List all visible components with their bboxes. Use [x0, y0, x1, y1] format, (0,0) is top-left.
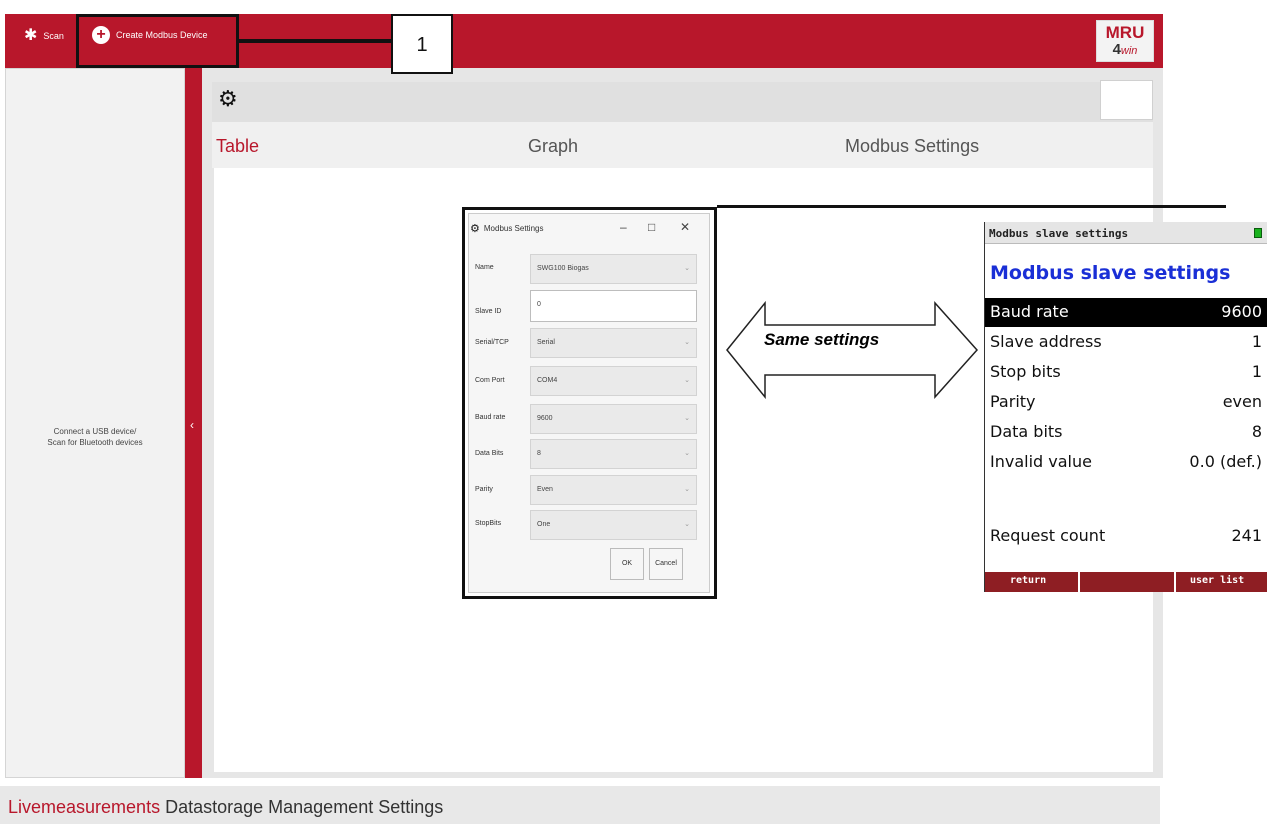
dialog-title-bar: ⚙ Modbus Settings [470, 222, 543, 235]
minimize-icon[interactable]: – [620, 220, 627, 234]
device-title: Modbus slave settings [990, 262, 1231, 284]
softkey-divider [1078, 572, 1080, 592]
content-toolbar [212, 82, 1153, 122]
mru4win-logo: MRU 4win [1096, 20, 1154, 62]
device-row-baud-rate: Baud rate 9600 [985, 298, 1267, 327]
baud-rate-label: Baud rate [475, 414, 506, 421]
device-row-parity: Parity even [990, 392, 1262, 411]
toolbar-field[interactable] [1100, 80, 1153, 120]
double-arrow-icon [726, 300, 979, 400]
view-tabs [212, 122, 1153, 168]
nav-settings[interactable]: Settings [378, 797, 443, 817]
callout-leader-line [239, 39, 391, 43]
stop-bits-select[interactable]: One ⌄ [530, 510, 697, 540]
comparison-connector-line [717, 205, 1226, 208]
nav-management[interactable]: Management [268, 797, 373, 817]
same-settings-label: Same settings [764, 330, 880, 349]
cancel-button[interactable]: Cancel [649, 548, 683, 580]
callout-number: 1 [391, 14, 453, 74]
baud-rate-select[interactable]: 9600 ⌄ [530, 404, 697, 434]
device-row-stop-bits: Stop bits 1 [990, 362, 1262, 381]
scan-label: Scan [43, 31, 64, 41]
gear-icon: ⚙ [470, 223, 480, 235]
serial-tcp-select[interactable]: Serial ⌄ [530, 328, 697, 358]
nav-livemeasurements[interactable]: Livemeasurements [8, 797, 160, 817]
nav-datastorage[interactable]: Datastorage [165, 797, 263, 817]
chevron-down-icon: ⌄ [684, 486, 690, 493]
logo-text: MRU [1105, 23, 1145, 42]
chevron-down-icon: ⌄ [684, 339, 690, 346]
callout-highlight [76, 14, 239, 68]
scan-button[interactable]: ✱ Scan [24, 28, 64, 44]
name-select[interactable]: SWG100 Biogas ⌄ [530, 254, 697, 284]
close-icon[interactable]: ✕ [680, 220, 690, 234]
chevron-down-icon: ⌄ [684, 521, 690, 528]
device-row-invalid-value: Invalid value 0.0 (def.) [990, 452, 1262, 471]
maximize-icon[interactable]: □ [648, 220, 655, 234]
softkey-user-list[interactable]: user list [1190, 575, 1244, 586]
device-row-slave-address: Slave address 1 [990, 332, 1262, 351]
tab-modbus-settings[interactable]: Modbus Settings [845, 136, 979, 157]
device-row-request-count: Request count 241 [990, 526, 1262, 545]
parity-label: Parity [475, 486, 493, 493]
serial-tcp-label: Serial/TCP [475, 339, 509, 346]
device-list-panel [5, 68, 185, 778]
bluetooth-icon: ✱ [24, 27, 38, 44]
stop-bits-label: StopBits [475, 520, 502, 527]
slave-id-input[interactable]: 0 [530, 290, 697, 322]
com-port-select[interactable]: COM4 ⌄ [530, 366, 697, 396]
ok-button[interactable]: OK [610, 548, 644, 580]
chevron-down-icon: ⌄ [684, 450, 690, 457]
device-row-data-bits: Data bits 8 [990, 422, 1262, 441]
data-bits-label: Data Bits [475, 450, 504, 457]
tab-table[interactable]: Table [216, 136, 259, 157]
name-label: Name [475, 264, 494, 271]
softkey-return[interactable]: return [1010, 575, 1046, 586]
battery-icon [1254, 228, 1262, 238]
collapse-panel-icon[interactable]: ‹ [190, 418, 194, 432]
parity-select[interactable]: Even ⌄ [530, 475, 697, 505]
chevron-down-icon: ⌄ [684, 415, 690, 422]
softkey-divider [1174, 572, 1176, 592]
dialog-title: Modbus Settings [483, 224, 544, 233]
chevron-down-icon: ⌄ [684, 377, 690, 384]
slave-id-label: Slave ID [475, 308, 502, 315]
chevron-down-icon: ⌄ [684, 265, 690, 272]
com-port-label: Com Port [475, 377, 505, 384]
tab-graph[interactable]: Graph [528, 136, 578, 157]
device-header-text: Modbus slave settings [989, 227, 1129, 240]
empty-device-message: Connect a USB device/ Scan for Bluetooth… [47, 427, 143, 447]
logo-subtext: 4win [1112, 41, 1138, 58]
data-bits-select[interactable]: 8 ⌄ [530, 439, 697, 469]
gear-icon[interactable]: ⚙ [218, 88, 238, 110]
bottom-nav-items: Livemeasurements Datastorage Management Set… [8, 797, 448, 818]
